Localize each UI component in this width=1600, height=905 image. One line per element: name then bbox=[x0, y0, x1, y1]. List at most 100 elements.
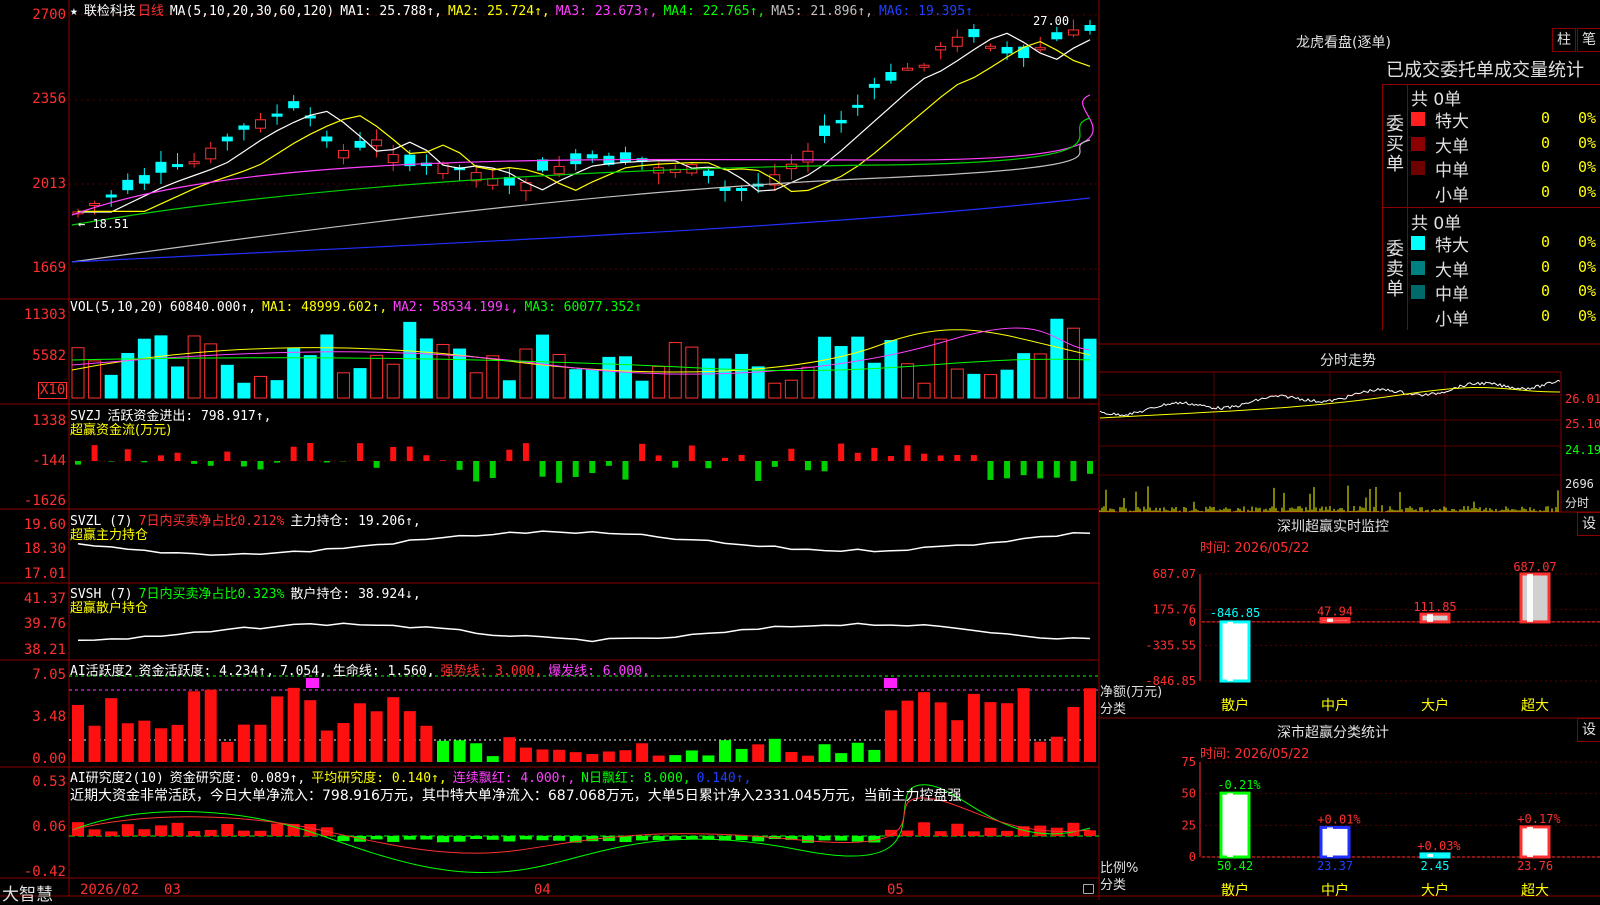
ai2-bar bbox=[918, 822, 930, 836]
ai1-bar bbox=[702, 755, 714, 762]
ai1-bar bbox=[769, 739, 781, 762]
buy-row-swatch-3 bbox=[1411, 186, 1425, 200]
svzj-bar bbox=[523, 443, 529, 461]
ai1-bar bbox=[271, 696, 283, 762]
sz-monitor-bar-shine-1 bbox=[1327, 619, 1333, 622]
candle-body bbox=[90, 203, 100, 205]
sz-monitor-category-2: 大户 bbox=[1421, 697, 1449, 714]
buy-row-label-2: 中单 bbox=[1435, 156, 1469, 181]
candle-body bbox=[985, 46, 995, 48]
svzj-bar bbox=[622, 461, 628, 480]
vol-bar bbox=[155, 336, 167, 398]
vol-bar bbox=[736, 354, 748, 398]
svzj-bar bbox=[954, 455, 960, 461]
main-ytick-0: 2700 bbox=[0, 7, 66, 23]
ma3-line bbox=[72, 95, 1093, 215]
ai1-bar bbox=[835, 753, 847, 762]
ai1-bar bbox=[785, 752, 797, 762]
ai1-life: 生命线: 1.560, bbox=[333, 664, 435, 679]
ai1-bar bbox=[470, 743, 482, 762]
xaxis-label-1: 03 bbox=[164, 882, 181, 898]
ai1-bar bbox=[138, 721, 150, 762]
intraday-vol-label: 2696 bbox=[1565, 477, 1594, 491]
xaxis-label-3: 05 bbox=[887, 882, 904, 898]
ai2-bar bbox=[371, 836, 383, 839]
svzj-bar bbox=[905, 445, 911, 461]
sz-monitor-bar-shine-2 bbox=[1427, 614, 1433, 622]
ai2-bar bbox=[819, 836, 831, 840]
ma3-value: MA3: 23.673↑, bbox=[556, 4, 658, 19]
candle-body bbox=[886, 73, 896, 81]
ma1-value: MA1: 25.788↑, bbox=[340, 4, 442, 19]
svzj-bar bbox=[274, 461, 280, 463]
vol-bar bbox=[553, 354, 565, 398]
sell-row-count-1: 0 bbox=[1541, 258, 1550, 276]
xaxis-label-2: 04 bbox=[534, 882, 551, 898]
sz-monitor-value-label-0: -846.85 bbox=[1210, 606, 1261, 620]
ma2-line bbox=[78, 42, 1090, 212]
vol-bar bbox=[1018, 354, 1030, 398]
vol-bar bbox=[636, 381, 648, 398]
vol-bar bbox=[653, 367, 665, 398]
candle-body bbox=[173, 165, 183, 167]
vol-bar bbox=[221, 365, 233, 398]
svzj-bar bbox=[805, 461, 811, 470]
ai1-v2: 7.054, bbox=[280, 664, 327, 679]
sz-class-xlabel: 分类 bbox=[1100, 874, 1126, 893]
candle-body bbox=[587, 155, 597, 158]
ai2-bar bbox=[487, 836, 499, 840]
sz-class-time: 时间: 2026/05/22 bbox=[1200, 743, 1309, 762]
ai2-bar bbox=[454, 836, 466, 842]
svzj-bar bbox=[423, 455, 429, 461]
buy-row-pct-1: 0% bbox=[1578, 134, 1596, 152]
candle-body bbox=[504, 177, 514, 185]
vol-bar bbox=[1001, 370, 1013, 398]
vol-bar bbox=[138, 339, 150, 398]
sz-class-category-0: 散户 bbox=[1221, 882, 1249, 899]
ai1-bar bbox=[304, 700, 316, 762]
sz-class-settings-button[interactable]: 设 bbox=[1577, 718, 1600, 742]
vol-bar bbox=[769, 383, 781, 398]
svzj-bar bbox=[987, 461, 993, 480]
ai1-bar bbox=[387, 697, 399, 762]
sz-monitor-category-0: 散户 bbox=[1221, 697, 1249, 714]
period-label[interactable]: 日线 bbox=[138, 4, 164, 19]
sz-class-change-0: -0.21% bbox=[1217, 778, 1261, 792]
buy-row-label-3: 小单 bbox=[1435, 181, 1469, 206]
candle-body bbox=[853, 105, 863, 107]
intraday-ytick-2: 24.19 bbox=[1565, 443, 1600, 457]
sz-class-value-label-2: 2.45 bbox=[1421, 859, 1450, 873]
svzj-bar bbox=[1021, 461, 1027, 475]
tick-mode-button[interactable]: 笔 bbox=[1577, 28, 1600, 52]
bar-mode-button[interactable]: 柱 bbox=[1552, 28, 1576, 52]
favorite-star-icon[interactable]: ★ bbox=[70, 4, 78, 19]
vol-bar bbox=[719, 359, 731, 398]
svzl-sub: 超赢主力持仓 bbox=[70, 524, 148, 543]
svzj-bar bbox=[307, 443, 313, 461]
ai1-bar bbox=[935, 702, 947, 762]
vol-multiplier: X10 bbox=[38, 382, 67, 399]
ai1-bar bbox=[686, 750, 698, 762]
candle-body bbox=[239, 126, 249, 129]
ai2-bar bbox=[669, 836, 681, 839]
sz-class-change-1: +0.01% bbox=[1317, 812, 1361, 826]
vol-bar bbox=[321, 335, 333, 398]
ai2-header: AI研究度2(10)资金研究度: 0.089↑,平均研究度: 0.140↑,连续… bbox=[70, 767, 757, 786]
ai1-bar bbox=[752, 744, 764, 762]
ai1-bar bbox=[885, 710, 897, 762]
svzj-bar bbox=[208, 461, 214, 466]
sz-class-ytick-1: 50 bbox=[1182, 787, 1196, 801]
vol-bar bbox=[172, 367, 184, 398]
sz-monitor-title: 深圳超赢实时监控 bbox=[1277, 516, 1389, 536]
ai2-bar bbox=[1001, 831, 1013, 836]
ai1-bar bbox=[1051, 737, 1063, 762]
candle-body bbox=[919, 65, 929, 67]
ai1-bar bbox=[1001, 703, 1013, 762]
ai2-bar bbox=[802, 836, 814, 843]
candle-body bbox=[1002, 47, 1012, 52]
vol-bar bbox=[802, 367, 814, 398]
chart-canvas[interactable]: 687.07175.760-335.55-846.85-846.85散户47.9… bbox=[0, 0, 1600, 900]
ai1-bar bbox=[487, 756, 499, 762]
sz-monitor-settings-button[interactable]: 设 bbox=[1577, 512, 1600, 536]
lock-icon[interactable] bbox=[1083, 884, 1094, 894]
